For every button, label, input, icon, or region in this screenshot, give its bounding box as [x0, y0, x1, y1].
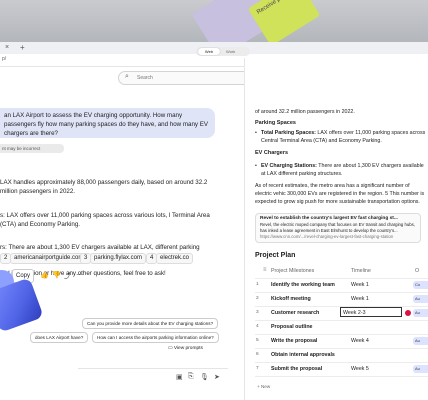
tab-web[interactable]: Web — [198, 48, 220, 55]
response-paragraph-2: s: LAX offers over 11,000 parking spaces… — [0, 212, 210, 228]
table-row[interactable]: 3 Customer research Week 2-3 Au — [255, 306, 428, 321]
panel-text-top: of around 32.2 million passengers in 202… — [255, 109, 355, 115]
source-link-3[interactable]: electrek.co — [156, 253, 194, 264]
milestone-name: Submit the proposal — [271, 366, 323, 372]
response-paragraph-1: LAX handles approximately 88,000 passeng… — [0, 179, 208, 195]
url-text: p/ — [2, 56, 7, 62]
owner-chip[interactable]: Co — [413, 281, 428, 289]
timeline-cell[interactable]: Week 1 — [351, 282, 369, 288]
suggestion-chip-3[interactable]: How can I access the airports parking in… — [92, 332, 219, 343]
suggestion-chip-1[interactable]: Can you provide more details about the E… — [82, 318, 219, 329]
table-row[interactable]: 2 Kickoff meeting Week 1 Au — [255, 292, 428, 307]
timeline-cell[interactable]: Week 1 — [351, 296, 369, 302]
parking-heading: Parking Spaces — [255, 120, 296, 126]
milestone-name: Write the proposal — [271, 338, 318, 344]
owner-chip[interactable]: Au — [413, 365, 428, 373]
row-number: 3 — [256, 310, 259, 315]
share-icon[interactable]: ⤴ — [64, 271, 71, 281]
chat-column: an LAX Airport to assess the EV charging… — [0, 108, 240, 400]
recent-estimates-text: As of recent estimates, the metro area h… — [255, 183, 425, 205]
link-card-body: Revel, the electric moped company that f… — [260, 222, 416, 233]
row-number: 7 — [256, 366, 259, 371]
user-message: an LAX Airport to assess the EV charging… — [0, 108, 215, 138]
table-row[interactable]: 4 Proposal outline — [255, 320, 428, 335]
row-number: 2 — [256, 296, 259, 301]
owner-chip[interactable]: Au — [413, 295, 428, 303]
col-milestones[interactable]: Project Milestones — [271, 268, 314, 274]
timeline-cell[interactable]: Week 5 — [351, 366, 369, 372]
web-work-toggle[interactable]: Web Work — [196, 47, 250, 56]
tab-work[interactable]: Work — [226, 48, 235, 55]
thumbs-up-icon[interactable]: 👍 — [40, 271, 49, 279]
ai-disclaimer: nt may be incorrect — [0, 144, 64, 153]
timeline-cell-editing[interactable]: Week 2-3 — [340, 307, 402, 317]
new-tab-icon[interactable]: + — [20, 43, 25, 52]
send-icon[interactable]: ➤ — [214, 373, 220, 381]
ev-bullet: EV Charging Stations: There are about 1,… — [255, 162, 427, 178]
source-link-1[interactable]: americanairportguide.com — [10, 253, 88, 264]
parking-bullet: Total Parking Spaces: LAX offers over 11… — [255, 129, 427, 145]
table-row[interactable]: 1 Identify the working team Week 1 Co — [255, 278, 428, 293]
row-number: 1 — [256, 282, 259, 287]
row-number: 4 — [256, 324, 259, 329]
milestone-name: Obtain internal approvals — [271, 352, 335, 358]
chat-composer[interactable]: ▣ ⎘ 🎙 ➤ — [78, 368, 228, 391]
source-link-2[interactable]: parking.flylax.com — [90, 253, 147, 264]
table-row[interactable]: 7 Submit the proposal Week 5 Au — [255, 362, 428, 377]
view-prompts-link[interactable]: ▭ View prompts — [168, 346, 203, 351]
project-plan-title: Project Plan — [255, 252, 296, 259]
more-icon[interactable]: ⋯ — [76, 271, 83, 279]
close-tab-icon[interactable]: × — [5, 44, 9, 51]
table-row[interactable]: 6 Obtain internal approvals — [255, 348, 428, 363]
milestone-name: Proposal outline — [271, 324, 313, 330]
document-panel: of around 32.2 million passengers in 202… — [244, 58, 428, 400]
row-number: 6 — [256, 352, 259, 357]
owner-chip[interactable]: Au — [413, 337, 428, 345]
milestone-name: Kickoff meeting — [271, 296, 311, 302]
milestone-name: Identify the working team — [271, 282, 335, 288]
ev-label: EV Charging Stations: — [261, 163, 317, 169]
list-header-icon: ≡ — [263, 267, 267, 273]
milestone-name: Customer research — [271, 310, 320, 316]
search-placeholder: Search — [137, 75, 153, 81]
collaborator-cursor-icon — [405, 310, 411, 316]
table-header: ≡ Project Milestones Timeline O — [255, 264, 428, 279]
suggestion-chip-2[interactable]: does LAX Airport have? — [30, 332, 89, 343]
link-card-url: https://www.cnn.com/.../revel-charging-e… — [260, 234, 394, 239]
row-number: 5 — [256, 338, 259, 343]
owner-chip[interactable]: Au — [413, 309, 428, 317]
col-timeline[interactable]: Timeline — [351, 268, 371, 274]
link-card[interactable]: Revel to establish the country's largest… — [255, 213, 421, 243]
thumbs-down-icon[interactable]: 👎 — [52, 271, 61, 279]
image-icon[interactable]: ▣ — [176, 373, 183, 381]
col-owner[interactable]: O — [415, 268, 419, 274]
view-prompts-label: View prompts — [173, 346, 203, 351]
ev-heading: EV Chargers — [255, 150, 289, 156]
new-row-button[interactable]: + New — [257, 384, 270, 389]
attach-icon[interactable]: ⎘ — [188, 373, 194, 381]
mic-icon[interactable]: 🎙 — [200, 373, 209, 381]
timeline-cell[interactable]: Week 4 — [351, 338, 369, 344]
search-icon: ⌕ — [125, 73, 129, 80]
table-row[interactable]: 5 Write the proposal Week 4 Au — [255, 334, 428, 349]
decor-card-label: Receive paper — [256, 0, 293, 16]
parking-label: Total Parking Spaces: — [261, 130, 316, 136]
